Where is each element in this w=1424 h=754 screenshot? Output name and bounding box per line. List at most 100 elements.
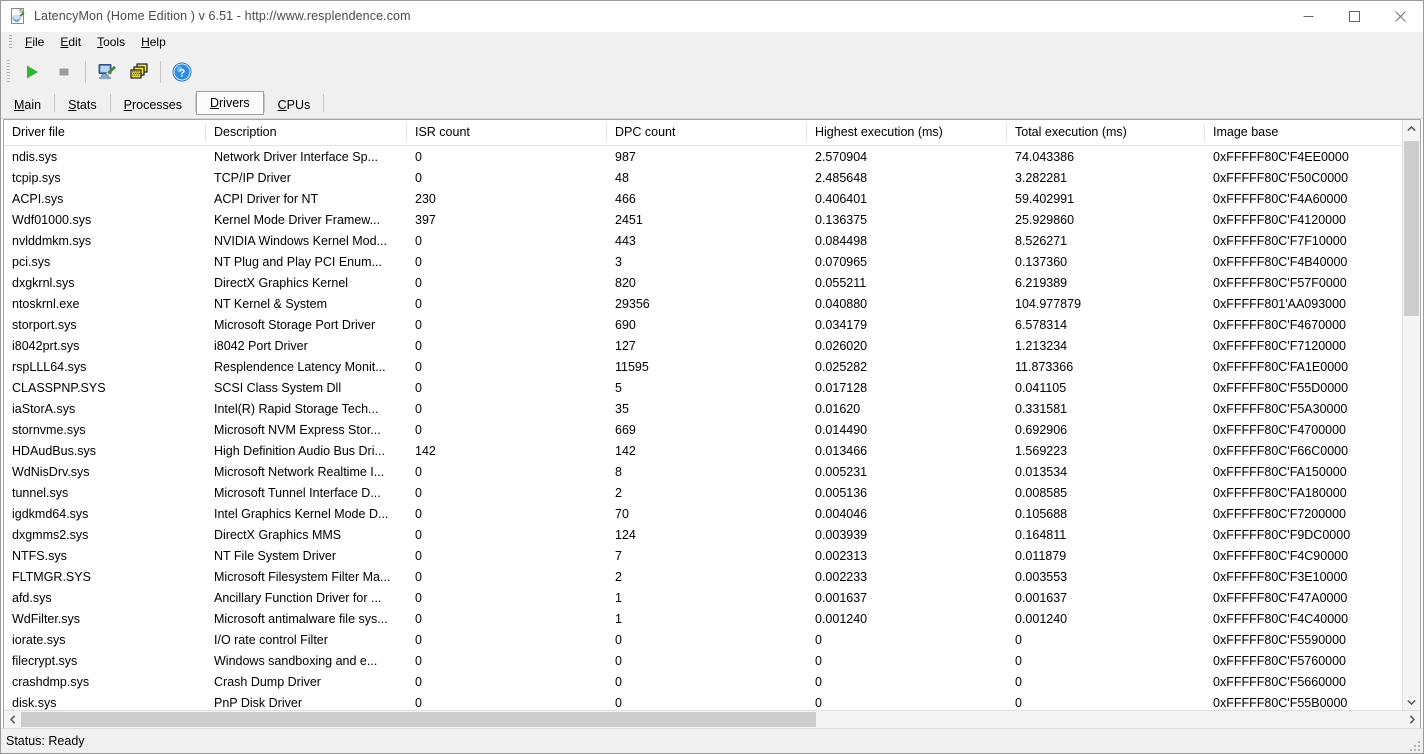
table-cell: 0.137360 xyxy=(1015,254,1068,269)
table-cell: 2 xyxy=(615,485,622,500)
system-info-button[interactable] xyxy=(91,57,123,87)
column-header[interactable]: DPC count xyxy=(607,124,807,141)
vertical-scrollbar[interactable] xyxy=(1402,120,1420,710)
menu-edit[interactable]: Edit xyxy=(52,33,89,52)
table-row[interactable]: crashdmp.sys Crash Dump Driver 0 0 0 0 0xFFFFF… xyxy=(4,671,1402,692)
table-cell: 1 xyxy=(615,611,622,626)
minimize-button[interactable] xyxy=(1285,1,1331,31)
maximize-icon xyxy=(1348,10,1360,22)
stop-monitoring-button[interactable] xyxy=(48,57,80,87)
tab-drivers-label: rivers xyxy=(219,96,250,110)
column-header[interactable]: Total execution (ms) xyxy=(1007,124,1205,141)
scroll-left-button[interactable] xyxy=(4,711,21,728)
copy-report-button[interactable] xyxy=(123,57,155,87)
table-row[interactable]: WdNisDrv.sys Microsoft Network Realtime I… xyxy=(4,461,1402,482)
table-cell: 0.001637 xyxy=(1015,590,1068,605)
table-row[interactable]: pci.sys NT Plug and Play PCI Enum... 0 3 0.0… xyxy=(4,251,1402,272)
horizontal-scrollbar[interactable] xyxy=(4,710,1420,728)
tab-stats[interactable]: Stats xyxy=(55,91,110,118)
table-cell: 48 xyxy=(615,170,629,185)
table-cell: Microsoft NVM Express Stor... xyxy=(214,422,381,437)
table-row[interactable]: WdFilter.sys Microsoft antimalware file s… xyxy=(4,608,1402,629)
table-row[interactable]: igdkmd64.sys Intel Graphics Kernel Mode D… xyxy=(4,503,1402,524)
table-row[interactable]: ACPI.sys ACPI Driver for NT 230 466 0.406401… xyxy=(4,188,1402,209)
table-cell: 7 xyxy=(615,548,622,563)
table-cell: 0xFFFFF80C'F3E10000 xyxy=(1213,569,1348,584)
table-row[interactable]: tcpip.sys TCP/IP Driver 0 48 2.485648 3.28228… xyxy=(4,167,1402,188)
status-text: Status: Ready xyxy=(6,734,85,748)
table-cell: 1 xyxy=(615,590,622,605)
table-cell: 11595 xyxy=(615,359,649,374)
table-cell: 0xFFFFF80C'F7200000 xyxy=(1213,506,1346,521)
tab-drivers[interactable]: Drivers xyxy=(195,91,264,115)
table-cell: Microsoft Tunnel Interface D... xyxy=(214,485,381,500)
resize-grip[interactable] xyxy=(1408,739,1420,751)
table-row[interactable]: iaStorA.sys Intel(R) Rapid Storage Tech..… xyxy=(4,398,1402,419)
table-row[interactable]: HDAudBus.sys High Definition Audio Bus Dr… xyxy=(4,440,1402,461)
start-monitoring-button[interactable] xyxy=(16,57,48,87)
table-cell: 0 xyxy=(415,254,422,269)
table-row[interactable]: NTFS.sys NT File System Driver 0 7 0.002313 0… xyxy=(4,545,1402,566)
table-cell: 35 xyxy=(615,401,629,416)
table-cell: Kernel Mode Driver Framew... xyxy=(214,212,381,227)
table-row[interactable]: tunnel.sys Microsoft Tunnel Interface D..… xyxy=(4,482,1402,503)
table-row[interactable]: storport.sys Microsoft Storage Port Drive… xyxy=(4,314,1402,335)
horizontal-scroll-thumb[interactable] xyxy=(21,712,816,727)
table-cell: 0.001240 xyxy=(815,611,868,626)
table-cell: 820 xyxy=(615,275,636,290)
table-cell: igdkmd64.sys xyxy=(12,506,89,521)
vertical-scroll-thumb[interactable] xyxy=(1404,141,1419,316)
table-cell: 690 xyxy=(615,317,636,332)
tab-processes[interactable]: Processes xyxy=(111,91,195,118)
table-cell: 127 xyxy=(615,338,636,353)
drivers-list-body: Driver file Description ISR count DPC count… xyxy=(4,120,1420,710)
column-header[interactable]: Driver file xyxy=(4,124,206,141)
menu-drag-grip[interactable] xyxy=(9,35,12,50)
menu-file[interactable]: File xyxy=(17,33,52,52)
menu-help[interactable]: Help xyxy=(133,33,174,52)
close-button[interactable] xyxy=(1377,1,1423,31)
table-row[interactable]: Wdf01000.sys Kernel Mode Driver Framew...… xyxy=(4,209,1402,230)
table-row[interactable]: iorate.sys I/O rate control Filter 0 0 0 0 0xF… xyxy=(4,629,1402,650)
table-cell: 0 xyxy=(415,338,422,353)
vertical-scroll-track[interactable] xyxy=(1403,137,1420,693)
menu-tools[interactable]: Tools xyxy=(89,33,133,52)
table-row[interactable]: CLASSPNP.SYS SCSI Class System Dll 0 5 0.017… xyxy=(4,377,1402,398)
table-row[interactable]: ndis.sys Network Driver Interface Sp... 0 9… xyxy=(4,146,1402,167)
tab-cpus[interactable]: C PUs xyxy=(265,91,324,118)
table-row[interactable]: FLTMGR.SYS Microsoft Filesystem Filter Ma… xyxy=(4,566,1402,587)
table-row[interactable]: filecrypt.sys Windows sandboxing and e...… xyxy=(4,650,1402,671)
horizontal-scroll-track[interactable] xyxy=(21,711,1403,728)
scroll-right-button[interactable] xyxy=(1403,711,1420,728)
toolbar-drag-grip[interactable] xyxy=(7,59,10,84)
table-cell: Wdf01000.sys xyxy=(12,212,92,227)
table-cell: 0 xyxy=(815,695,822,710)
table-cell: Crash Dump Driver xyxy=(214,674,321,689)
table-row[interactable]: dxgkrnl.sys DirectX Graphics Kernel 0 820 0.… xyxy=(4,272,1402,293)
table-row[interactable]: rspLLL64.sys Resplendence Latency Monit..… xyxy=(4,356,1402,377)
column-header[interactable]: Highest execution (ms) xyxy=(807,124,1007,141)
table-cell: ACPI Driver for NT xyxy=(214,191,319,206)
table-row[interactable]: dxgmms2.sys DirectX Graphics MMS 0 124 0.003… xyxy=(4,524,1402,545)
table-row[interactable]: stornvme.sys Microsoft NVM Express Stor..… xyxy=(4,419,1402,440)
table-row[interactable]: disk.sys PnP Disk Driver 0 0 0 0 0xFFFFF80C'F5… xyxy=(4,692,1402,710)
table-row[interactable]: ntoskrnl.exe NT Kernel & System 0 29356 0.04… xyxy=(4,293,1402,314)
tab-main[interactable]: Main xyxy=(1,91,54,118)
column-header[interactable]: ISR count xyxy=(407,124,607,141)
column-header[interactable]: Image base xyxy=(1205,124,1402,141)
scroll-up-button[interactable] xyxy=(1403,120,1420,137)
column-header[interactable]: Description xyxy=(206,124,407,141)
maximize-button[interactable] xyxy=(1331,1,1377,31)
table-cell: 0.01620 xyxy=(815,401,861,416)
scroll-down-button[interactable] xyxy=(1403,693,1420,710)
table-cell: ndis.sys xyxy=(12,149,58,164)
table-cell: 0 xyxy=(815,632,822,647)
table-row[interactable]: i8042prt.sys i8042 Port Driver 0 127 0.02602… xyxy=(4,335,1402,356)
table-cell: 0 xyxy=(415,401,422,416)
table-cell: 0xFFFFF80C'FA150000 xyxy=(1213,464,1347,479)
help-button[interactable]: ? xyxy=(166,57,198,87)
gray-stop-square-icon xyxy=(59,68,69,75)
table-row[interactable]: nvlddmkm.sys NVIDIA Windows Kernel Mod...… xyxy=(4,230,1402,251)
table-row[interactable]: afd.sys Ancillary Function Driver for ...… xyxy=(4,587,1402,608)
table-cell: 0 xyxy=(1015,632,1022,647)
